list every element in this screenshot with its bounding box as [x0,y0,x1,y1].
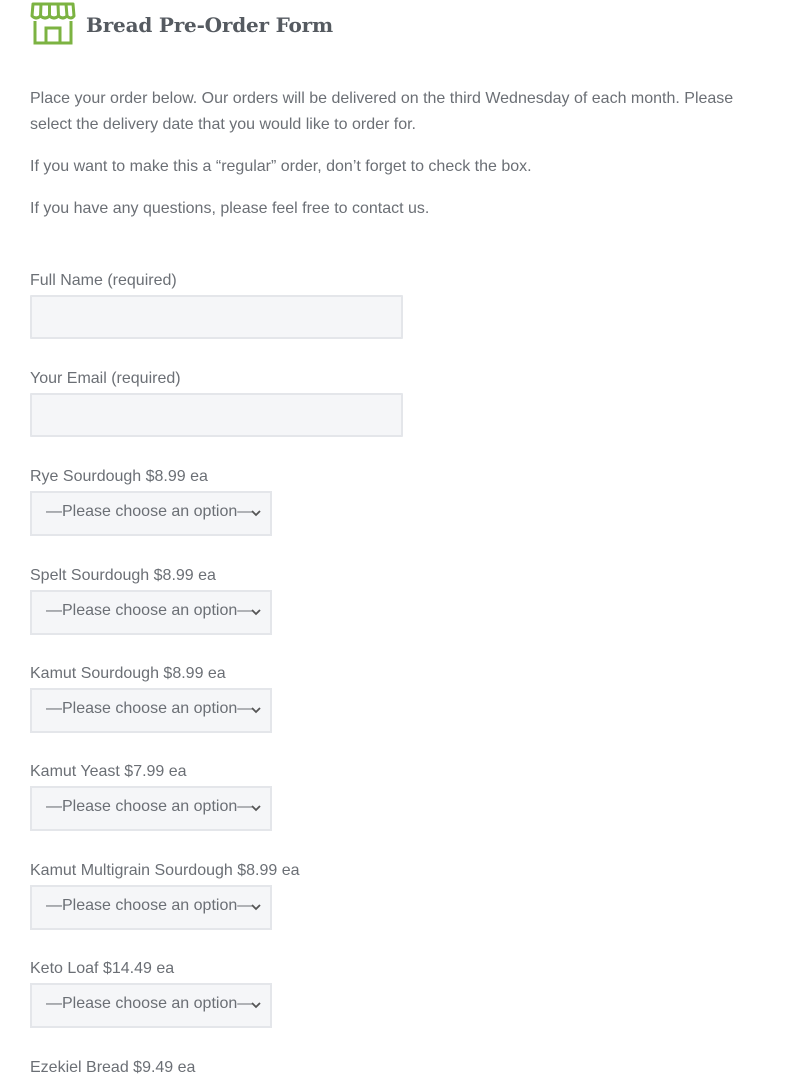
product-field: Spelt Sourdough $8.99 ea —Please choose … [30,566,272,635]
select-value: —Please choose an option— [46,503,254,520]
page-title: Bread Pre-Order Form [86,13,333,37]
quantity-select[interactable]: —Please choose an option— [30,885,272,930]
product-field: Ezekiel Bread $9.49 ea [30,1058,195,1078]
product-label: Spelt Sourdough $8.99 ea [30,567,216,584]
chevron-down-icon [251,904,261,911]
select-value: —Please choose an option— [46,602,254,619]
chevron-down-icon [251,510,261,517]
product-field: Keto Loaf $14.49 ea —Please choose an op… [30,959,272,1028]
product-field: Rye Sourdough $8.99 ea —Please choose an… [30,467,272,536]
chevron-down-icon [251,707,261,714]
full-name-input[interactable] [30,295,403,339]
intro-paragraph: If you have any questions, please feel f… [30,200,430,217]
product-label: Kamut Multigrain Sourdough $8.99 ea [30,862,300,879]
product-label: Kamut Yeast $7.99 ea [30,763,187,780]
product-label: Rye Sourdough $8.99 ea [30,468,208,485]
intro-paragraph: If you want to make this a “regular” ord… [30,158,532,175]
intro-paragraph: Place your order below. Our orders will … [30,90,734,133]
email-field: Your Email (required) [30,369,403,437]
product-field: Kamut Yeast $7.99 ea —Please choose an o… [30,762,272,831]
email-input[interactable] [30,393,403,437]
quantity-select[interactable]: —Please choose an option— [30,491,272,536]
chevron-down-icon [251,805,261,812]
quantity-select[interactable]: —Please choose an option— [30,786,272,831]
intro-text: Place your order below. Our orders will … [30,86,750,242]
product-field: Kamut Multigrain Sourdough $8.99 ea —Ple… [30,861,300,930]
quantity-select[interactable]: —Please choose an option— [30,590,272,635]
email-label: Your Email (required) [30,370,181,387]
product-label: Kamut Sourdough $8.99 ea [30,665,226,682]
form-header: Bread Pre-Order Form [30,0,333,46]
chevron-down-icon [251,609,261,616]
store-icon [30,2,76,45]
full-name-field: Full Name (required) [30,271,403,339]
chevron-down-icon [251,1002,261,1009]
select-value: —Please choose an option— [46,995,254,1012]
full-name-label: Full Name (required) [30,272,177,289]
select-value: —Please choose an option— [46,700,254,717]
quantity-select[interactable]: —Please choose an option— [30,688,272,733]
product-label: Keto Loaf $14.49 ea [30,960,175,977]
select-value: —Please choose an option— [46,897,254,914]
quantity-select[interactable]: —Please choose an option— [30,983,272,1028]
product-field: Kamut Sourdough $8.99 ea —Please choose … [30,664,272,733]
select-value: —Please choose an option— [46,798,254,815]
product-label: Ezekiel Bread $9.49 ea [30,1059,196,1076]
